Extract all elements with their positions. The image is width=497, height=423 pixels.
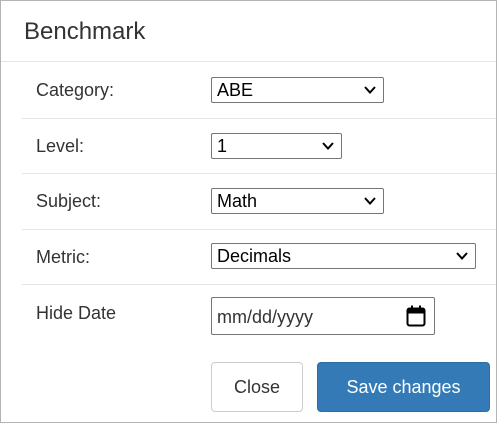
subject-label: Subject: bbox=[36, 191, 102, 211]
category-select[interactable]: ABE bbox=[211, 77, 384, 103]
hide-date-placeholder: mm/dd/yyyy bbox=[217, 307, 314, 327]
metric-select[interactable]: Decimals bbox=[211, 243, 476, 269]
category-label: Category: bbox=[36, 80, 115, 100]
subject-select[interactable]: Math bbox=[211, 188, 384, 214]
level-row: Level: 1 bbox=[22, 118, 496, 174]
category-row: Category: ABE bbox=[22, 62, 496, 119]
dialog-title: Benchmark bbox=[24, 18, 146, 45]
chevron-down-icon bbox=[322, 142, 334, 150]
calendar-icon[interactable] bbox=[406, 305, 426, 327]
dialog-header: Benchmark bbox=[1, 1, 496, 62]
hide-date-input[interactable]: mm/dd/yyyy bbox=[211, 297, 435, 335]
metric-select-value: Decimals bbox=[217, 246, 292, 266]
chevron-down-icon bbox=[456, 252, 468, 260]
close-button[interactable]: Close bbox=[211, 362, 303, 412]
subject-select-value: Math bbox=[217, 191, 258, 211]
level-label: Level: bbox=[36, 136, 85, 156]
subject-row: Subject: Math bbox=[22, 173, 496, 230]
level-select-value: 1 bbox=[217, 136, 228, 156]
category-select-value: ABE bbox=[217, 80, 254, 100]
metric-row: Metric: Decimals bbox=[22, 229, 496, 285]
benchmark-dialog: Benchmark Category: ABE Level: 1 Subject… bbox=[0, 0, 497, 423]
chevron-down-icon bbox=[364, 86, 376, 94]
metric-label: Metric: bbox=[36, 247, 90, 267]
hide-date-label: Hide Date bbox=[36, 303, 117, 323]
chevron-down-icon bbox=[364, 197, 376, 205]
save-changes-button[interactable]: Save changes bbox=[317, 362, 490, 412]
level-select[interactable]: 1 bbox=[211, 133, 342, 159]
hide-date-row: Hide Date mm/dd/yyyy bbox=[22, 284, 496, 344]
